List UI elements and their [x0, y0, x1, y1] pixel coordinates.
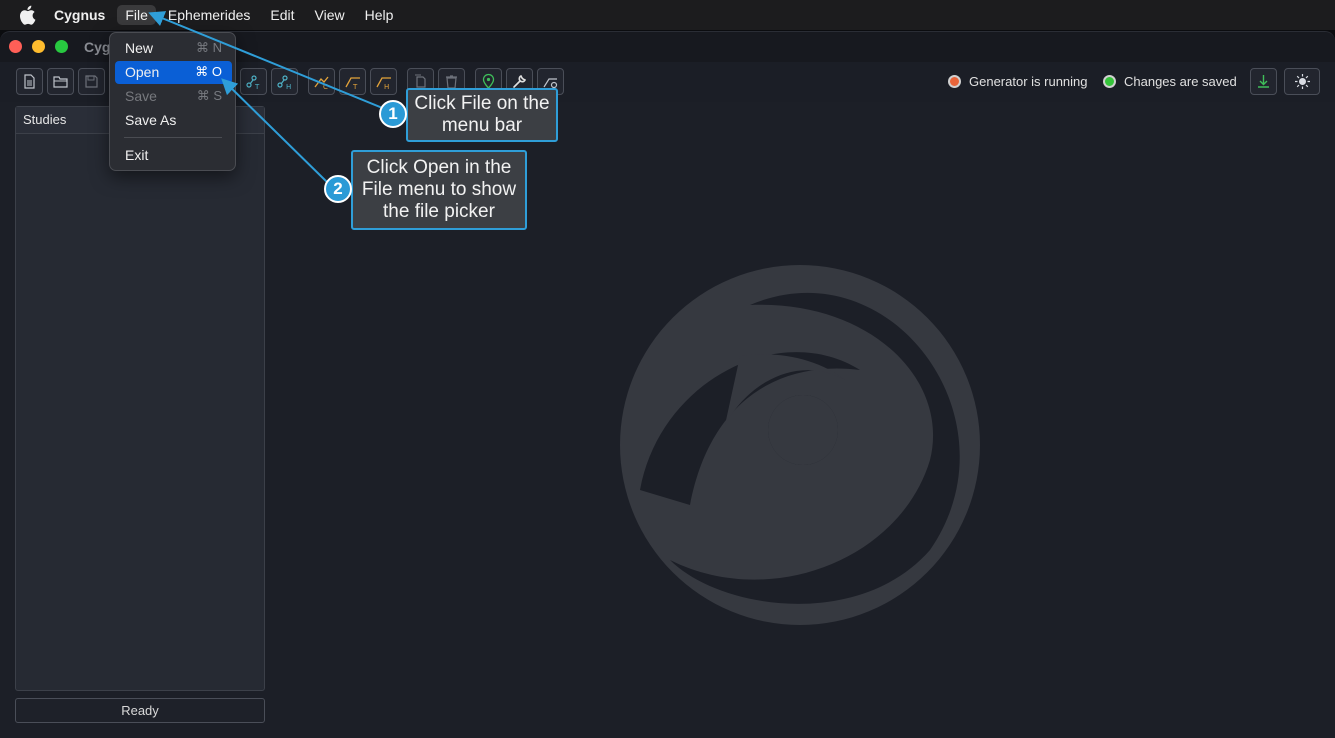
callout-step-1-badge: 1 [379, 100, 407, 128]
folder-open-icon [53, 76, 68, 88]
callout-step-1-text: Click File on the menu bar [414, 93, 550, 136]
menu-edit[interactable]: Edit [270, 7, 294, 23]
menu-help[interactable]: Help [365, 7, 394, 23]
zoom-window-button[interactable] [55, 40, 68, 53]
apple-logo-icon[interactable] [18, 5, 36, 25]
file-menu-separator [124, 137, 222, 138]
menu-file[interactable]: File [117, 5, 156, 25]
svg-text:T: T [352, 83, 358, 90]
file-menu-dropdown: New ⌘ N Open ⌘ O Save ⌘ S Save As Exit [109, 32, 236, 171]
file-menu-open-label: Open [125, 64, 160, 80]
studies-panel: Studies [15, 106, 265, 691]
svg-text:T: T [254, 83, 260, 90]
macos-menu-bar: Cygnus File Ephemerides Edit View Help [0, 0, 1335, 30]
theme-toggle-button[interactable] [1284, 68, 1320, 95]
file-menu-open-shortcut: ⌘ O [195, 64, 222, 79]
generator-status-text: Generator is running [969, 74, 1088, 89]
download-button[interactable] [1250, 68, 1277, 95]
file-menu-save[interactable]: Save ⌘ S [115, 85, 232, 108]
save-file-button[interactable] [78, 68, 105, 95]
progression-icon: C [314, 76, 329, 90]
sun-icon [1294, 74, 1310, 89]
save-disk-icon [85, 75, 98, 88]
callout-step-2-text: Click Open in the File menu to show the … [361, 157, 517, 222]
cygnus-logo-icon [620, 265, 980, 625]
chart-h-icon: H [277, 75, 291, 90]
status-bar-ready: Ready [15, 698, 265, 723]
svg-text:H: H [384, 83, 389, 90]
file-menu-save-shortcut: ⌘ S [196, 88, 222, 103]
add-transit-button[interactable]: T [240, 68, 267, 95]
progression-t-icon: T [345, 77, 360, 90]
generator-status: Generator is running [948, 74, 1088, 89]
new-document-icon [24, 74, 35, 89]
file-menu-exit-label: Exit [125, 147, 149, 163]
menu-ephemerides[interactable]: Ephemerides [168, 7, 251, 23]
new-file-button[interactable] [16, 68, 43, 95]
progression-button[interactable]: C [308, 68, 335, 95]
svg-text:H: H [286, 83, 291, 90]
download-icon [1258, 75, 1269, 88]
callout-step-1: Click File on the menu bar [406, 88, 558, 142]
menu-view[interactable]: View [315, 7, 345, 23]
saved-status-text: Changes are saved [1124, 74, 1237, 89]
generator-status-indicator [948, 75, 961, 88]
add-harmonic-button[interactable]: H [271, 68, 298, 95]
saved-status: Changes are saved [1103, 74, 1237, 89]
close-window-button[interactable] [9, 40, 22, 53]
file-menu-open[interactable]: Open ⌘ O [115, 61, 232, 84]
callout-step-2-badge: 2 [324, 175, 352, 203]
file-menu-new-label: New [125, 40, 154, 56]
open-file-button[interactable] [47, 68, 74, 95]
progression-h-icon: H [376, 77, 391, 90]
file-menu-new[interactable]: New ⌘ N [115, 37, 232, 60]
file-menu-save-label: Save [125, 88, 157, 104]
callout-step-2: Click Open in the File menu to show the … [351, 150, 527, 230]
file-menu-save-as-label: Save As [125, 112, 177, 128]
chart-t-icon: T [246, 75, 260, 90]
progression-t-button[interactable]: T [339, 68, 366, 95]
svg-text:C: C [323, 83, 328, 90]
progression-h-button[interactable]: H [370, 68, 397, 95]
file-menu-new-shortcut: ⌘ N [196, 40, 222, 55]
window-title: Cyg [84, 39, 111, 55]
file-menu-save-as[interactable]: Save As [115, 109, 232, 132]
minimize-window-button[interactable] [32, 40, 45, 53]
file-menu-exit[interactable]: Exit [115, 144, 232, 167]
menu-app-name[interactable]: Cygnus [54, 7, 105, 23]
saved-status-indicator [1103, 75, 1116, 88]
